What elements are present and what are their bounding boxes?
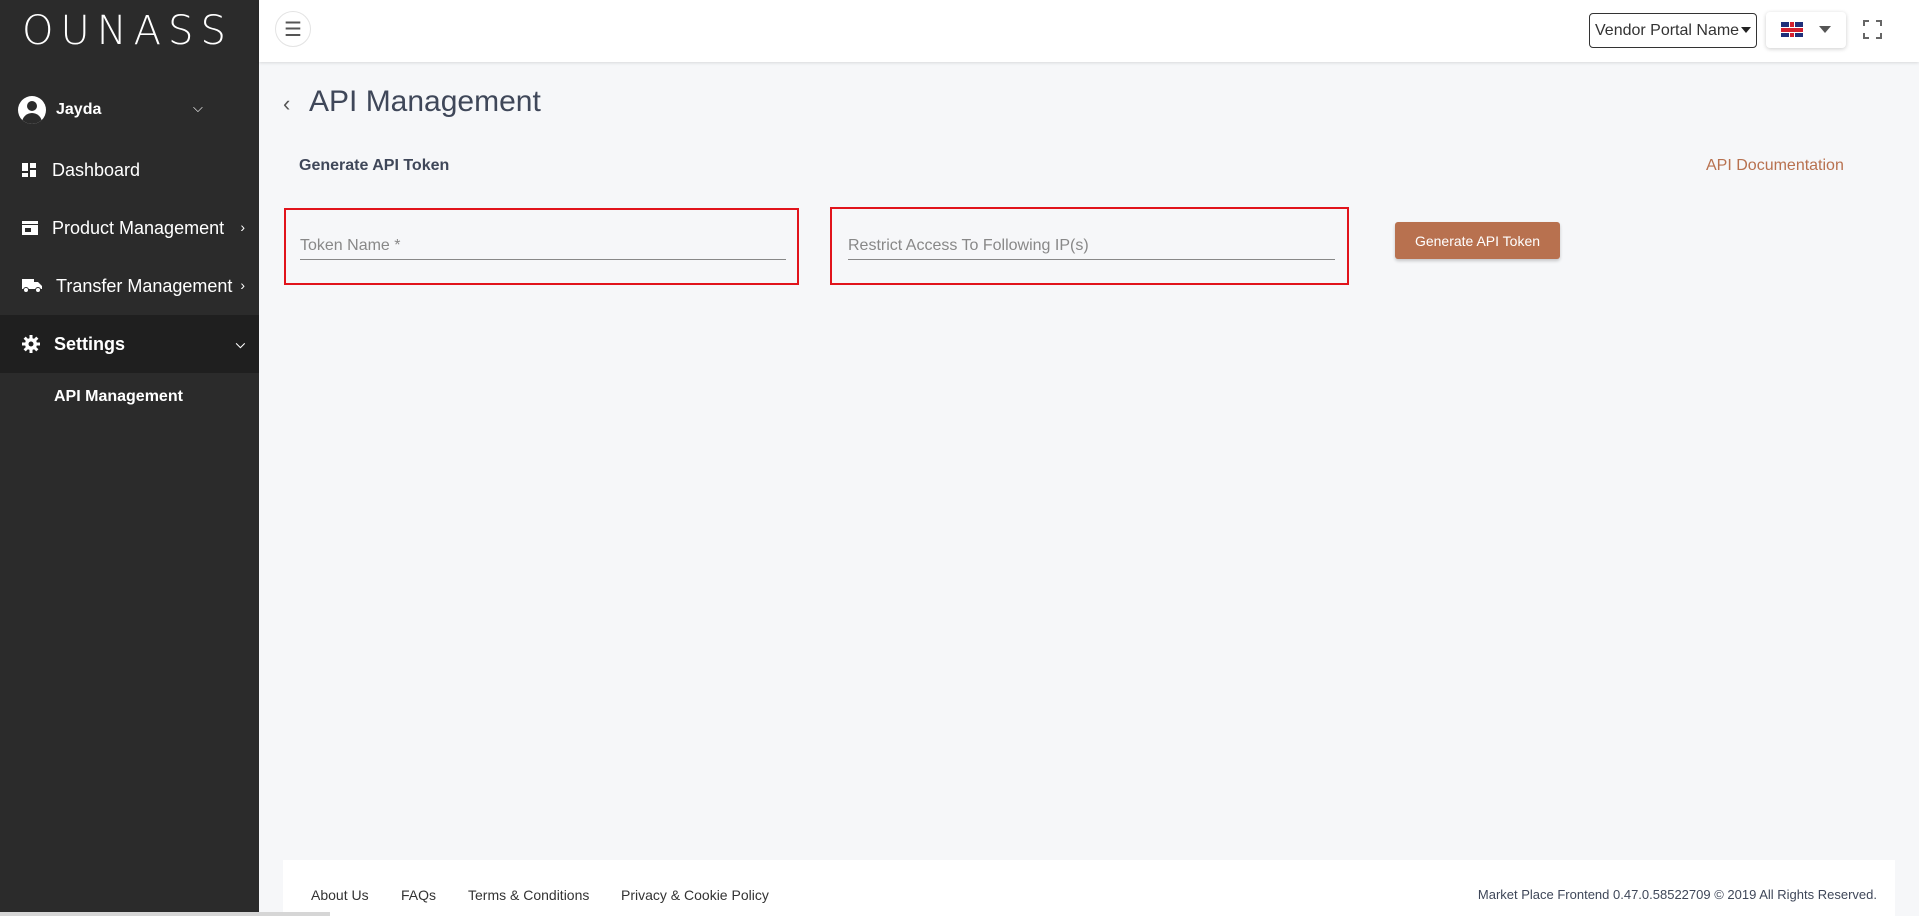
footer-link-privacy[interactable]: Privacy & Cookie Policy xyxy=(621,887,769,903)
sidebar-item-dashboard[interactable]: Dashboard xyxy=(0,141,259,199)
truck-icon xyxy=(22,278,44,294)
token-name-field-wrapper xyxy=(284,208,799,285)
chevron-right-icon: › xyxy=(240,219,245,235)
store-icon xyxy=(22,220,40,236)
brand-logo[interactable]: OUNASS xyxy=(0,0,259,62)
avatar-icon xyxy=(18,96,46,124)
api-documentation-link[interactable]: API Documentation xyxy=(1706,157,1844,175)
caret-down-icon xyxy=(1819,26,1831,33)
footer-link-faqs[interactable]: FAQs xyxy=(401,887,436,903)
token-name-input[interactable] xyxy=(300,232,786,260)
back-icon[interactable]: ‹ xyxy=(283,91,290,117)
sidebar-subitem-api-management[interactable]: API Management xyxy=(0,373,259,421)
sidebar-item-product-management[interactable]: Product Management › xyxy=(0,199,259,257)
language-select[interactable] xyxy=(1766,12,1846,48)
hamburger-icon: ☰ xyxy=(284,18,302,41)
page-title: API Management xyxy=(309,85,541,118)
chevron-down-icon: ⌵ xyxy=(235,337,245,351)
uk-flag-icon xyxy=(1781,22,1803,37)
ip-restriction-input[interactable] xyxy=(848,232,1335,260)
chevron-down-icon: ⌵ xyxy=(193,100,203,115)
gear-icon xyxy=(22,335,42,353)
vendor-portal-value: Vendor Portal Name xyxy=(1595,21,1740,39)
dashboard-icon xyxy=(22,162,40,178)
generate-api-token-button[interactable]: Generate API Token xyxy=(1395,222,1560,259)
logo-text: OUNASS xyxy=(22,8,233,54)
sidebar-item-label: Product Management xyxy=(52,217,225,238)
chevron-right-icon: › xyxy=(240,277,245,293)
sidebar-item-label: Dashboard xyxy=(52,159,141,180)
footer-link-about[interactable]: About Us xyxy=(311,887,369,903)
sidebar-subitem-label: API Management xyxy=(54,388,183,405)
user-name: Jayda xyxy=(56,101,102,118)
sidebar-item-label: Transfer Management xyxy=(56,275,233,296)
fullscreen-icon[interactable] xyxy=(1863,20,1882,39)
menu-toggle-button[interactable]: ☰ xyxy=(275,11,311,47)
sidebar-item-settings[interactable]: Settings ⌵ xyxy=(0,315,259,373)
copyright-text: Market Place Frontend 0.47.0.58522709 © … xyxy=(1477,887,1877,902)
user-menu[interactable]: Jayda ⌵ xyxy=(0,79,259,141)
section-title: Generate API Token xyxy=(299,157,450,174)
vendor-portal-select[interactable]: Vendor Portal Name xyxy=(1589,13,1757,48)
footer-link-terms[interactable]: Terms & Conditions xyxy=(468,887,589,903)
footer: About Us FAQs Terms & Conditions Privacy… xyxy=(283,860,1895,916)
caret-down-icon xyxy=(1741,27,1751,33)
sidebar-item-transfer-management[interactable]: Transfer Management › xyxy=(0,257,259,315)
sidebar: OUNASS Jayda ⌵ Dashboard Product Managem… xyxy=(0,0,259,916)
ip-restriction-field-wrapper xyxy=(830,207,1349,285)
horizontal-scrollbar[interactable] xyxy=(0,912,330,916)
top-bar: ☰ Vendor Portal Name xyxy=(259,0,1919,62)
sidebar-item-label: Settings xyxy=(54,333,126,354)
